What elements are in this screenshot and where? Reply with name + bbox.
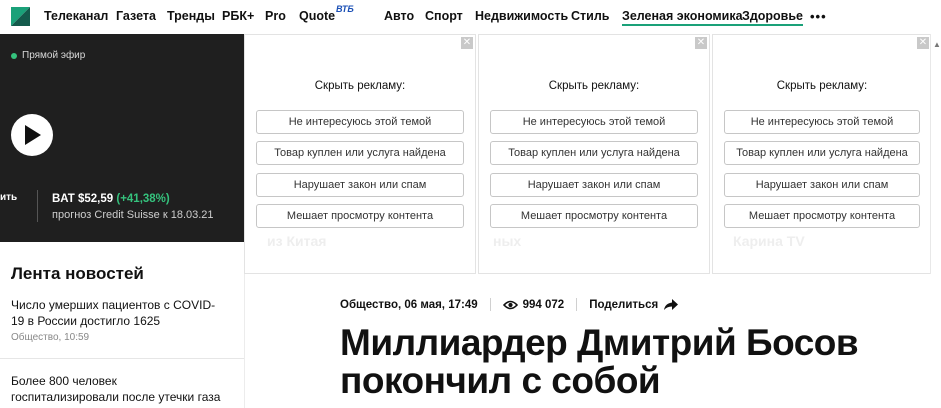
ad-option-not-interested[interactable]: Не интересуюсь этой темой (490, 110, 698, 134)
nav-item-green-economy[interactable]: Зеленая экономика (622, 9, 743, 26)
live-label: Прямой эфир (22, 50, 86, 61)
rbc-logo-icon[interactable] (11, 7, 30, 26)
article-views: 994 072 (522, 298, 565, 311)
ad-close-icon[interactable]: ✕ (917, 37, 929, 49)
ad-option-blocks-content[interactable]: Мешает просмотру контента (724, 204, 920, 228)
ad-ghost-text: Карина TV (733, 233, 805, 249)
ticker-change: (+41,38%) (116, 193, 170, 205)
ticker-divider (37, 190, 38, 222)
ticker-forecast: прогноз Credit Suisse к 18.03.21 (52, 209, 214, 221)
article-category-time[interactable]: Общество, 06 мая, 17:49 (340, 299, 478, 311)
ad-option-violates-law[interactable]: Нарушает закон или спам (490, 173, 698, 197)
news-feed-item-text[interactable]: Более 800 человек госпитализировали посл… (11, 373, 226, 405)
play-icon (25, 125, 41, 145)
eye-icon (502, 300, 518, 309)
feed-divider (0, 358, 244, 359)
share-arrow-icon[interactable] (664, 298, 679, 311)
nav-item-pro[interactable]: Pro (265, 9, 286, 23)
ticker-button[interactable]: ить (0, 192, 17, 203)
nav-item-trends[interactable]: Тренды (167, 9, 215, 23)
nav-item-rbc-plus[interactable]: РБК+ (222, 9, 254, 23)
article-headline: Миллиардер Дмитрий Босов покончил с собо… (340, 322, 859, 401)
ad-panel-3: Карина TV ✕ Скрыть рекламу: Не интересую… (712, 34, 932, 274)
news-feed-title: Лента новостей (11, 264, 144, 283)
ad-option-already-bought[interactable]: Товар куплен или услуга найдена (490, 141, 698, 165)
live-indicator-icon (11, 53, 17, 59)
article-meta: Общество, 06 мая, 17:49 994 072 Поделить… (340, 298, 679, 311)
play-button[interactable] (11, 114, 53, 156)
nav-item-newspaper[interactable]: Газета (116, 9, 156, 23)
ticker-name: BAT $52,59 (52, 193, 114, 205)
ad-option-violates-law[interactable]: Нарушает закон или спам (724, 173, 920, 197)
meta-divider (576, 298, 578, 311)
ad-option-already-bought[interactable]: Товар куплен или услуга найдена (256, 141, 464, 165)
ad-option-violates-law[interactable]: Нарушает закон или спам (256, 173, 464, 197)
ad-hide-title: Скрыть рекламу: (776, 80, 868, 92)
nav-item-tv[interactable]: Телеканал (44, 9, 108, 23)
ad-option-blocks-content[interactable]: Мешает просмотру контента (490, 204, 698, 228)
ad-ghost-text: из Китая (267, 233, 327, 249)
news-feed-item-text[interactable]: Число умерших пациентов с COVID-19 в Рос… (11, 297, 226, 329)
ad-option-not-interested[interactable]: Не интересуюсь этой темой (724, 110, 920, 134)
ad-option-already-bought[interactable]: Товар куплен или услуга найдена (724, 141, 920, 165)
ad-hide-title: Скрыть рекламу: (314, 80, 406, 92)
top-navigation: Телеканал Газета Тренды РБК+ Pro Quote В… (0, 0, 941, 34)
nav-item-realty[interactable]: Недвижимость (475, 9, 568, 23)
ad-close-icon[interactable]: ✕ (695, 37, 707, 49)
ad-option-not-interested[interactable]: Не интересуюсь этой темой (256, 110, 464, 134)
news-feed-item-meta: Общество, 10:59 (11, 332, 90, 343)
ad-hide-title: Скрыть рекламу: (548, 80, 640, 92)
scroll-up-icon[interactable]: ▲ (933, 40, 941, 49)
ad-option-blocks-content[interactable]: Мешает просмотру контента (256, 204, 464, 228)
nav-item-style[interactable]: Стиль (571, 9, 609, 23)
nav-item-quote[interactable]: Quote (299, 9, 335, 23)
nav-item-health[interactable]: Здоровье (742, 9, 803, 26)
nav-item-sport[interactable]: Спорт (425, 9, 463, 23)
live-video-panel: Прямой эфир ить BAT $52,59 (+41,38%) про… (0, 34, 244, 242)
ticker-quote[interactable]: BAT $52,59 (+41,38%) (52, 193, 170, 205)
ad-ghost-text: ных (493, 233, 522, 249)
column-divider (244, 274, 245, 408)
share-button[interactable]: Поделиться (589, 299, 658, 311)
more-menu-icon[interactable]: ••• (810, 9, 827, 24)
meta-divider (489, 298, 491, 311)
ad-panel-2: ных ✕ Скрыть рекламу: Не интересуюсь это… (478, 34, 710, 274)
vtb-badge: ВТБ (336, 4, 354, 14)
ad-panel-1: из Китая ✕ Скрыть рекламу: Не интересуюс… (244, 34, 476, 274)
nav-item-auto[interactable]: Авто (384, 9, 414, 23)
ad-close-icon[interactable]: ✕ (461, 37, 473, 49)
page-scrollbar[interactable] (930, 34, 941, 274)
